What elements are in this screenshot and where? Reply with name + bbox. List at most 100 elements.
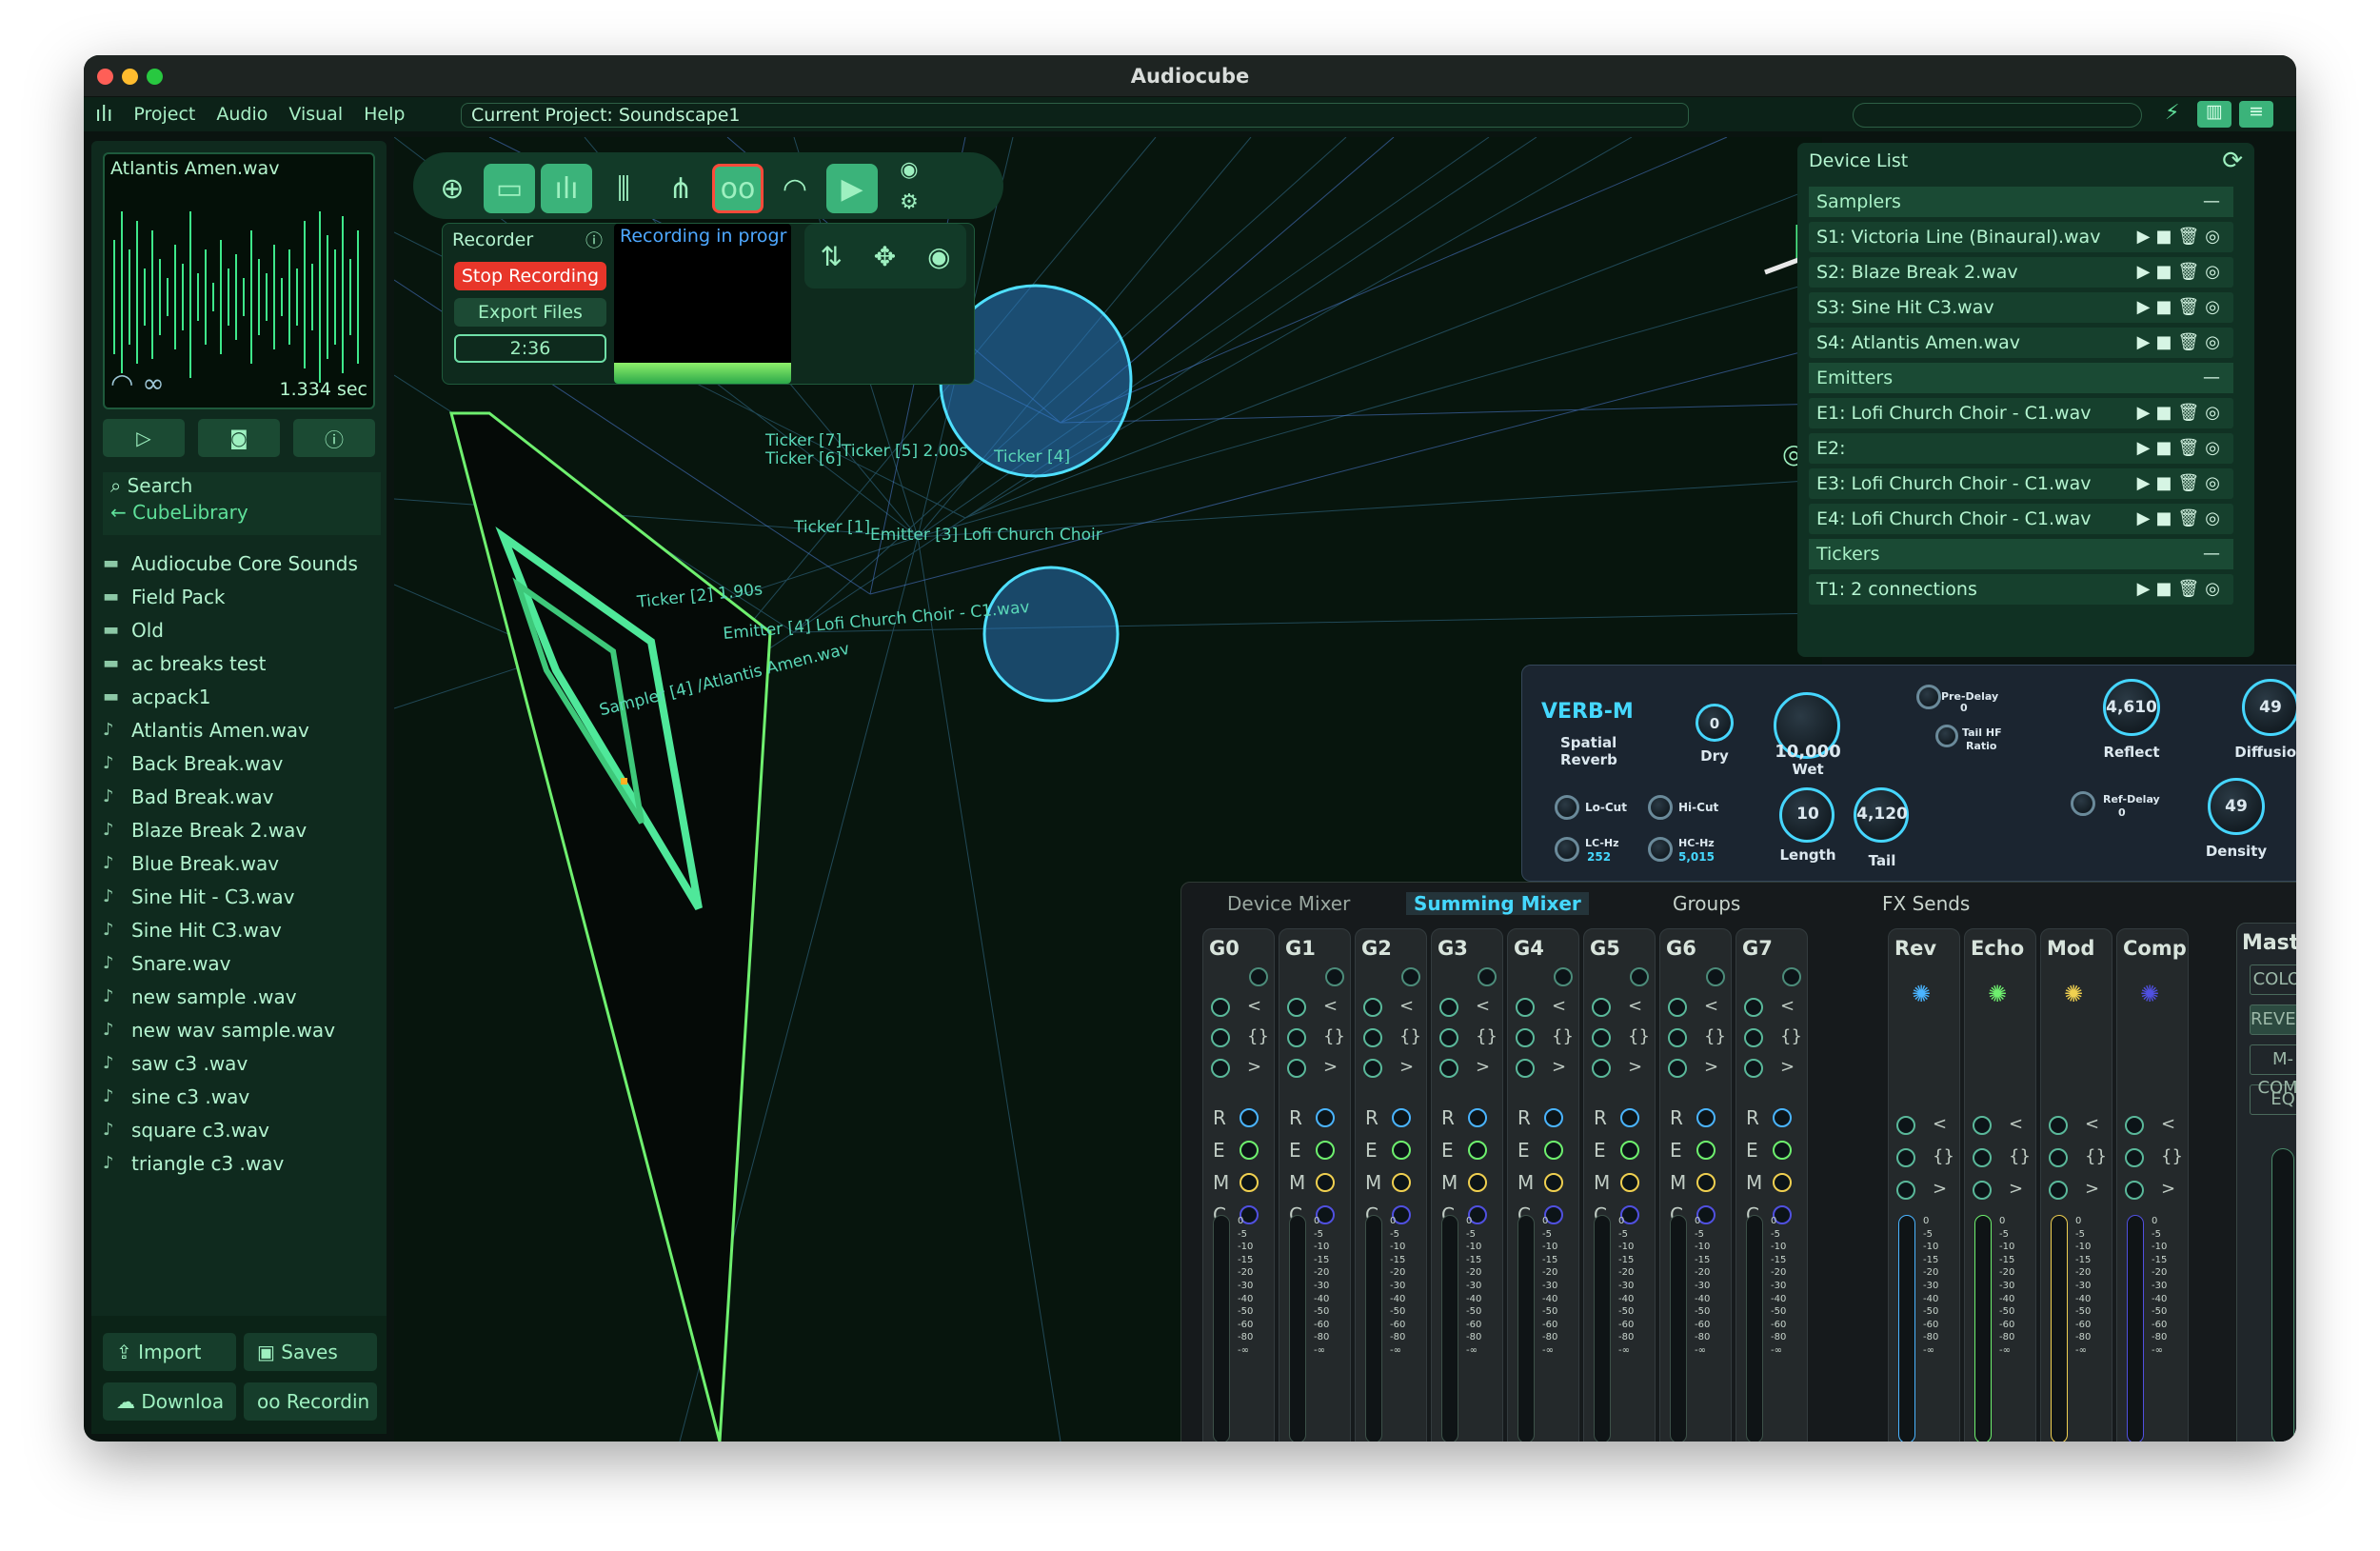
device-group-header[interactable]: Tickers — — [1809, 539, 2233, 569]
project-name-field[interactable]: Current Project: Soundscape1 — [461, 103, 1689, 128]
play-icon[interactable]: ▶ — [2137, 473, 2156, 493]
close-window-button[interactable] — [97, 69, 113, 85]
settings-button[interactable]: ⚙ — [883, 185, 935, 219]
target-icon[interactable]: ◎ — [2205, 508, 2226, 528]
file-item[interactable]: ♪ Blaze Break 2.wav — [103, 813, 381, 846]
pre-delay-knob[interactable] — [1916, 685, 1941, 709]
bolt-icon[interactable]: ⚡ — [2165, 101, 2179, 125]
send-knob[interactable] — [1773, 1141, 1792, 1160]
info-button[interactable]: ⓘ — [293, 419, 375, 457]
lo-cut-knob[interactable] — [1555, 795, 1579, 820]
pan-knob[interactable] — [1363, 1028, 1382, 1047]
menu-project[interactable]: Project — [133, 104, 195, 125]
pan-knob[interactable] — [2049, 1148, 2068, 1167]
target-icon[interactable]: ◎ — [2205, 332, 2226, 352]
target-icon[interactable]: ◎ — [2205, 297, 2226, 317]
pan-knob[interactable] — [1668, 998, 1687, 1017]
scene-label-ticker-4[interactable]: Ticker [4] — [994, 447, 1070, 467]
device-row[interactable]: T1: 2 connections ▶■🗑◎ — [1809, 574, 2233, 605]
send-knob[interactable] — [1620, 1141, 1639, 1160]
export-files-button[interactable]: Export Files — [454, 298, 606, 327]
trash-icon[interactable]: 🗑 — [2177, 473, 2205, 493]
scene-label-emitter-3[interactable]: Emitter [3] Lofi Church Choir — [870, 526, 1102, 545]
stop-recording-button[interactable]: Stop Recording — [454, 262, 606, 290]
record-dot-button[interactable]: ◉ — [883, 152, 935, 187]
stop-icon[interactable]: ■ — [2155, 508, 2177, 528]
file-item[interactable]: ♪ Back Break.wav — [103, 746, 381, 780]
pan-knob[interactable] — [2125, 1148, 2144, 1167]
pan-knob[interactable] — [1211, 998, 1230, 1017]
file-item[interactable]: ♪ new sample .wav — [103, 980, 381, 1013]
device-row[interactable]: E3: Lofi Church Choir - C1.wav ▶■🗑◎ — [1809, 468, 2233, 499]
play-icon[interactable]: ▶ — [2137, 262, 2156, 282]
import-button[interactable]: ⇪ Import — [103, 1333, 236, 1371]
send-knob[interactable] — [1544, 1173, 1563, 1192]
send-knob[interactable] — [1392, 1173, 1411, 1192]
lc-hz-knob[interactable] — [1555, 837, 1579, 862]
vertical-move-icon[interactable]: ⇅ — [820, 241, 842, 272]
channel-fader[interactable] — [1746, 1215, 1763, 1442]
trash-icon[interactable]: 🗑 — [2177, 332, 2205, 352]
device-row[interactable]: E4: Lofi Church Choir - C1.wav ▶■🗑◎ — [1809, 504, 2233, 534]
fx-fader[interactable] — [1898, 1215, 1915, 1442]
ref-delay-knob[interactable] — [2071, 791, 2095, 816]
target-icon[interactable]: ◎ — [2205, 227, 2226, 247]
play-icon[interactable]: ▶ — [2137, 403, 2156, 423]
stop-icon[interactable]: ■ — [2155, 438, 2177, 458]
send-knob[interactable] — [1773, 1173, 1792, 1192]
m-comp-button[interactable]: M-COMP — [2250, 1044, 2296, 1098]
channel-fader[interactable] — [1365, 1215, 1382, 1442]
trash-icon[interactable]: 🗑 — [2177, 297, 2205, 317]
target-icon[interactable]: ◎ — [2205, 579, 2226, 599]
channel-fader[interactable] — [1289, 1215, 1306, 1442]
send-knob[interactable] — [1468, 1173, 1487, 1192]
send-knob[interactable] — [1773, 1108, 1792, 1127]
files-button[interactable]: ▭ — [484, 164, 535, 213]
pan-knob[interactable] — [1973, 1181, 1992, 1200]
pan-knob[interactable] — [1973, 1148, 1992, 1167]
pan-knob[interactable] — [1516, 1028, 1535, 1047]
device-row[interactable]: S1: Victoria Line (Binaural).wav ▶■🗑◎ — [1809, 222, 2233, 252]
zoom-window-button[interactable] — [147, 69, 163, 85]
file-item[interactable]: ♪ saw c3 .wav — [103, 1046, 381, 1080]
tail-hf-knob[interactable] — [1935, 725, 1958, 747]
pan-knob[interactable] — [1516, 998, 1535, 1017]
pan-knob[interactable] — [1287, 998, 1306, 1017]
tab-device-mixer[interactable]: Device Mixer — [1227, 892, 1350, 915]
device-row[interactable]: S2: Blaze Break 2.wav ▶■🗑◎ — [1809, 257, 2233, 288]
device-group-header[interactable]: Samplers — — [1809, 187, 2233, 217]
record-button[interactable]: oo — [712, 164, 764, 213]
tab-fx-sends[interactable]: FX Sends — [1882, 892, 1970, 915]
trash-icon[interactable]: 🗑 — [2177, 227, 2205, 247]
gain-knob[interactable] — [1630, 967, 1649, 986]
send-knob[interactable] — [1696, 1108, 1716, 1127]
play-icon[interactable]: ▶ — [2137, 438, 2156, 458]
trash-icon[interactable]: 🗑 — [2177, 579, 2205, 599]
send-knob[interactable] — [1468, 1141, 1487, 1160]
pan-knob[interactable] — [1439, 1028, 1458, 1047]
channel-fader[interactable] — [1594, 1215, 1611, 1442]
pan-knob[interactable] — [1744, 998, 1763, 1017]
pan-knob[interactable] — [1363, 1059, 1382, 1078]
gain-knob[interactable] — [1325, 967, 1344, 986]
library-back[interactable]: ← CubeLibrary — [103, 499, 381, 526]
play-button[interactable]: ▷ — [103, 419, 185, 457]
send-knob[interactable] — [1620, 1173, 1639, 1192]
send-knob[interactable] — [1240, 1108, 1259, 1127]
pan-knob[interactable] — [1668, 1028, 1687, 1047]
pan-knob[interactable] — [2049, 1116, 2068, 1135]
eq-button[interactable]: EQ — [2250, 1084, 2296, 1115]
refresh-icon[interactable]: ⟳ — [2222, 147, 2243, 175]
send-knob[interactable] — [1240, 1141, 1259, 1160]
file-item[interactable]: ♪ sine c3 .wav — [103, 1080, 381, 1113]
play-icon[interactable]: ▶ — [2137, 297, 2156, 317]
trash-icon[interactable]: 🗑 — [2177, 403, 2205, 423]
fx-fader[interactable] — [2127, 1215, 2144, 1442]
fx-power-icon[interactable]: ✺ — [2140, 981, 2159, 1007]
target-icon[interactable]: ◎ — [2205, 403, 2226, 423]
menu-audio[interactable]: Audio — [216, 104, 268, 125]
send-knob[interactable] — [1392, 1141, 1411, 1160]
fx-power-icon[interactable]: ✺ — [2064, 981, 2083, 1007]
file-item[interactable]: ♪ Sine Hit - C3.wav — [103, 880, 381, 913]
gain-knob[interactable] — [1249, 967, 1268, 986]
